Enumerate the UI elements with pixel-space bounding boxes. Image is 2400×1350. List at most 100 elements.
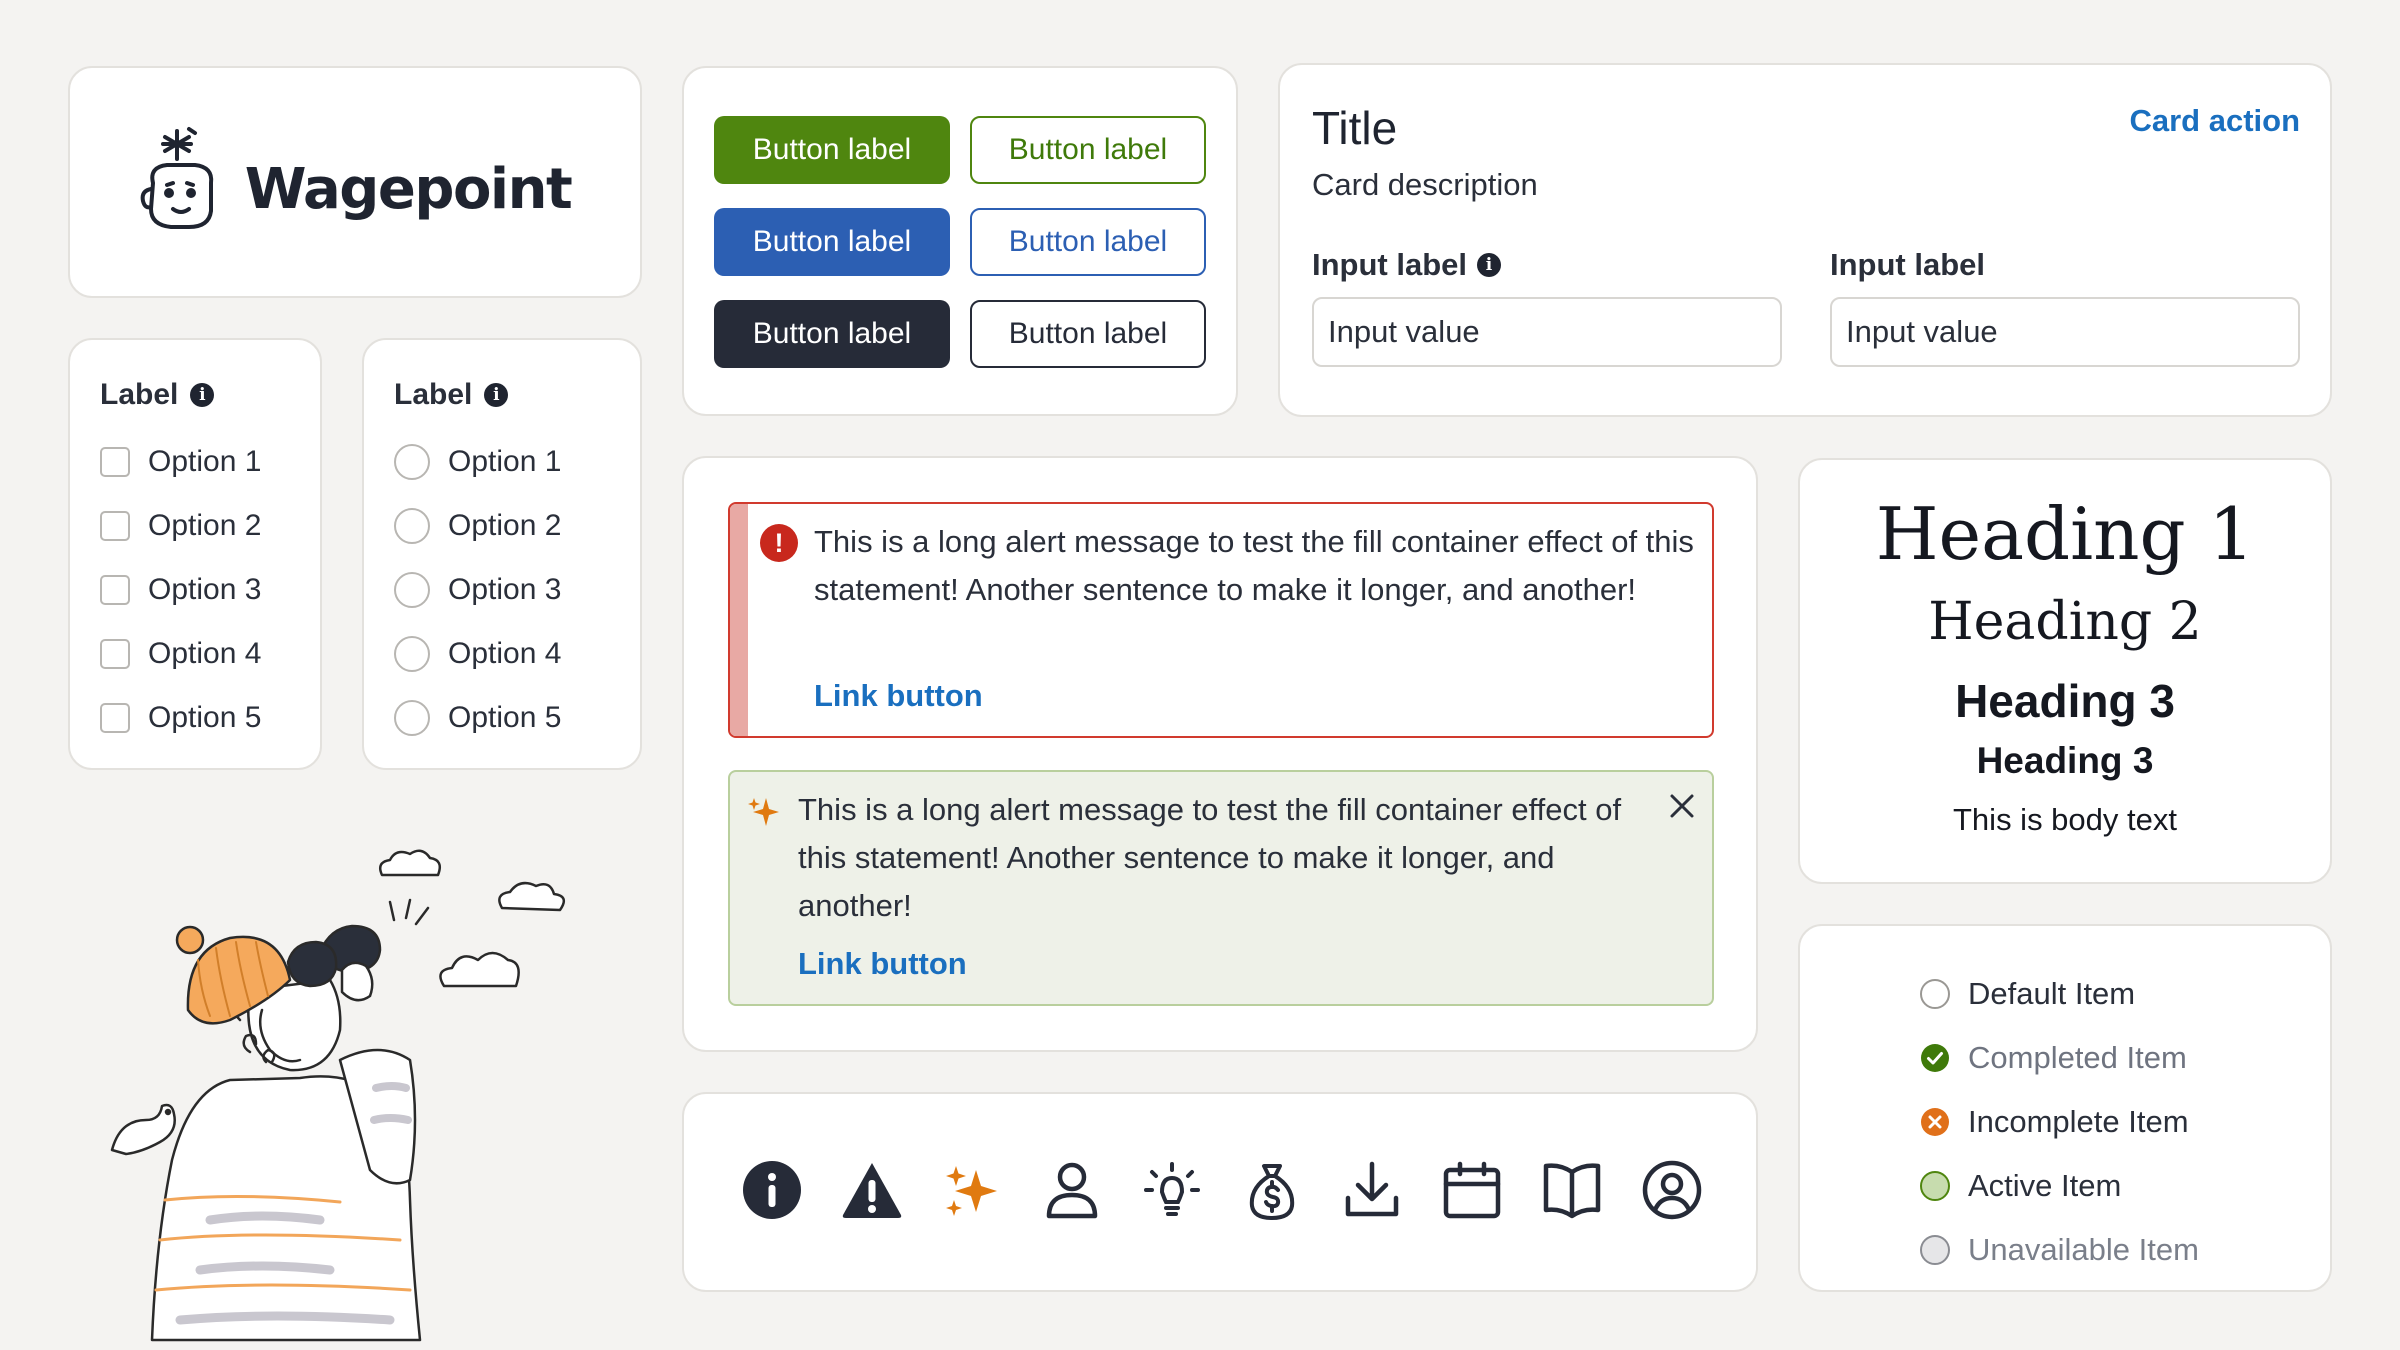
checkbox-option[interactable]: Option 1 <box>100 430 320 494</box>
input-label-text: Input label <box>1312 247 1467 282</box>
wagepoint-logo: Wagepoint <box>139 123 573 241</box>
download-icon <box>1345 1161 1399 1217</box>
form-card: Title Card action Card description Input… <box>1278 63 2332 417</box>
warning-icon <box>842 1163 902 1218</box>
status-label: Incomplete Item <box>1968 1104 2189 1139</box>
close-icon[interactable] <box>1666 790 1698 822</box>
checkbox-option[interactable]: Option 4 <box>100 622 320 686</box>
radio-button[interactable] <box>394 444 430 480</box>
person-with-binoculars-illustration <box>110 849 566 1342</box>
info-icon[interactable]: i <box>1477 253 1501 277</box>
checkbox[interactable] <box>100 447 130 477</box>
alert-message: This is a long alert message to test the… <box>798 792 1622 923</box>
text-input-1[interactable]: Input value <box>1312 297 1782 367</box>
checkbox[interactable] <box>100 511 130 541</box>
primary-dark-button[interactable]: Button label <box>714 300 950 368</box>
checkbox-option[interactable]: Option 5 <box>100 686 320 750</box>
radio-button[interactable] <box>394 508 430 544</box>
option-label: Option 1 <box>148 445 262 478</box>
heading-1: Heading 1 <box>1875 492 2255 576</box>
radio-button[interactable] <box>394 700 430 736</box>
option-label: Option 2 <box>448 509 562 542</box>
alerts-card: ! This is a long alert message to test t… <box>682 456 1758 1052</box>
input-label-2: Input label <box>1830 247 1985 282</box>
info-icon <box>743 1161 801 1219</box>
alert-link-button[interactable]: Link button <box>814 678 983 714</box>
radio-group-card: Label i Option 1 Option 2 Option 3 Optio… <box>362 338 642 770</box>
active-circle-icon <box>1920 1171 1950 1201</box>
buttons-card: Button label Button label Button label B… <box>682 66 1238 416</box>
option-label: Option 5 <box>148 701 262 734</box>
logo-card: Wagepoint <box>68 66 642 298</box>
checkbox[interactable] <box>100 575 130 605</box>
alert-stripe <box>730 504 748 736</box>
heading-3: Heading 3 <box>1955 675 2175 727</box>
unavailable-circle-icon <box>1920 1235 1950 1265</box>
primary-blue-button[interactable]: Button label <box>714 208 950 276</box>
option-label: Option 4 <box>448 637 562 670</box>
radio-option[interactable]: Option 1 <box>394 430 640 494</box>
secondary-dark-button[interactable]: Button label <box>970 300 1206 368</box>
option-label: Option 3 <box>148 573 262 606</box>
group-label-text: Label <box>100 378 179 411</box>
card-title: Title <box>1312 102 1398 154</box>
status-label: Default Item <box>1968 976 2136 1011</box>
body-text: This is body text <box>1953 802 2177 837</box>
radio-button[interactable] <box>394 636 430 672</box>
status-list-card: Default Item Completed Item Incomplete I… <box>1798 924 2332 1292</box>
heading-3-small: Heading 3 <box>1976 740 2154 781</box>
group-label-text: Label <box>394 378 473 411</box>
alert-link-button[interactable]: Link button <box>798 946 967 982</box>
option-label: Option 4 <box>148 637 262 670</box>
checkbox-group-label: Label i <box>100 378 320 412</box>
status-item-completed[interactable]: Completed Item <box>1920 1026 2330 1090</box>
checkbox-option[interactable]: Option 2 <box>100 494 320 558</box>
status-item-unavailable: Unavailable Item <box>1920 1218 2330 1282</box>
card-description: Card description <box>1312 167 1538 202</box>
user-circle-icon <box>1642 1160 1702 1220</box>
status-item-default[interactable]: Default Item <box>1920 962 2330 1026</box>
calendar-icon <box>1443 1161 1501 1219</box>
radio-group-label: Label i <box>394 378 640 412</box>
option-label: Option 2 <box>148 509 262 542</box>
typography-card: Heading 1 Heading 2 Heading 3 Heading 3 … <box>1798 458 2332 884</box>
radio-option[interactable]: Option 5 <box>394 686 640 750</box>
status-label: Active Item <box>1968 1168 2122 1203</box>
status-item-active[interactable]: Active Item <box>1920 1154 2330 1218</box>
info-icon[interactable]: i <box>484 383 509 407</box>
text-input-2[interactable]: Input value <box>1830 297 2300 367</box>
check-circle-icon <box>1921 1044 1949 1072</box>
sparkle-icon <box>946 1166 997 1216</box>
default-circle-icon <box>1920 979 1950 1009</box>
radio-button[interactable] <box>394 572 430 608</box>
secondary-green-button[interactable]: Button label <box>970 116 1206 184</box>
mascot-logo-icon <box>140 127 213 229</box>
info-icon[interactable]: i <box>190 383 215 407</box>
checkbox-group-card: Label i Option 1 Option 2 Option 3 Optio… <box>68 338 322 770</box>
error-icon: ! <box>760 524 798 562</box>
success-alert: This is a long alert message to test the… <box>728 770 1714 1006</box>
input-label-1: Input label i <box>1312 247 1501 283</box>
option-label: Option 1 <box>448 445 562 478</box>
checkbox[interactable] <box>100 703 130 733</box>
book-icon <box>1543 1163 1601 1219</box>
checkbox[interactable] <box>100 639 130 669</box>
status-item-incomplete[interactable]: Incomplete Item <box>1920 1090 2330 1154</box>
money-bag-icon <box>1249 1164 1295 1220</box>
radio-option[interactable]: Option 2 <box>394 494 640 558</box>
radio-option[interactable]: Option 4 <box>394 622 640 686</box>
icons-card <box>682 1092 1758 1292</box>
error-alert: ! This is a long alert message to test t… <box>728 502 1714 738</box>
status-label: Completed Item <box>1968 1040 2187 1075</box>
lightbulb-icon <box>1144 1162 1200 1216</box>
radio-option[interactable]: Option 3 <box>394 558 640 622</box>
x-circle-icon <box>1921 1108 1949 1136</box>
primary-green-button[interactable]: Button label <box>714 116 950 184</box>
option-label: Option 5 <box>448 701 562 734</box>
alert-message: This is a long alert message to test the… <box>814 524 1694 607</box>
checkbox-option[interactable]: Option 3 <box>100 558 320 622</box>
card-action-link[interactable]: Card action <box>2129 103 2300 139</box>
secondary-blue-button[interactable]: Button label <box>970 208 1206 276</box>
brand-wordmark: Wagepoint <box>244 156 573 222</box>
user-icon <box>1046 1162 1098 1219</box>
